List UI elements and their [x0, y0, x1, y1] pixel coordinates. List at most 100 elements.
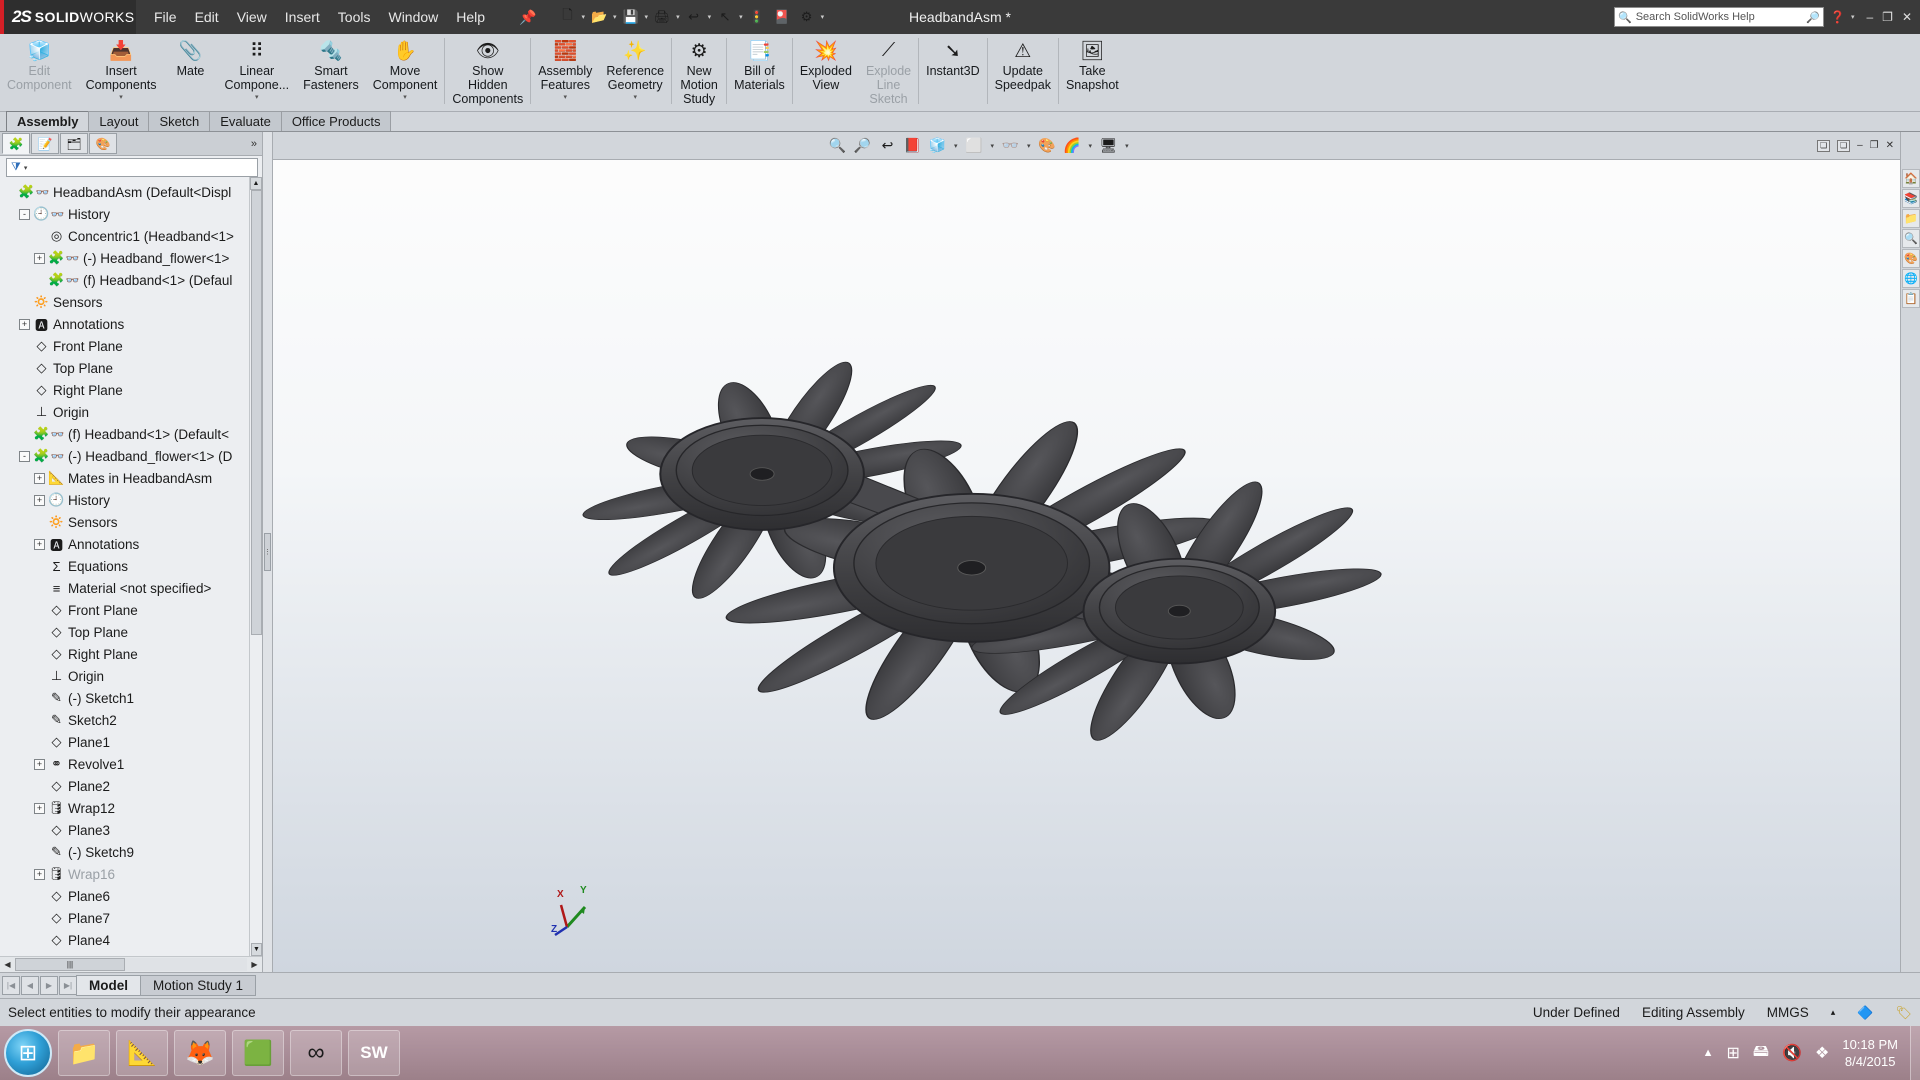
edit-component-button[interactable]: 🧊 Edit Component [0, 34, 79, 112]
status-units[interactable]: MMGS [1767, 1005, 1809, 1020]
take-snapshot-button[interactable]: 🖼 Take Snapshot [1059, 34, 1126, 112]
units-chevron-icon[interactable]: ▴ [1831, 1007, 1836, 1018]
linear-component-pattern-button[interactable]: ⠿ Linear Compone... ▾ [218, 34, 297, 112]
chevron-down-icon[interactable]: ▾ [1089, 142, 1093, 150]
scroll-right-arrow-icon[interactable]: ▶ [247, 960, 262, 969]
clock[interactable]: 10:18 PM 8/4/2015 [1842, 1036, 1898, 1070]
tree-item[interactable]: ◇Front Plane [4, 335, 262, 357]
chevron-down-icon[interactable]: ▾ [633, 93, 637, 101]
tag-icon[interactable]: 🏷 [1895, 1005, 1912, 1021]
menu-view[interactable]: View [237, 9, 267, 25]
appearances-icon[interactable]: 🌐 [1902, 269, 1920, 288]
tree-expand-toggle[interactable]: - [19, 209, 30, 220]
section-view-icon[interactable]: 📕 [902, 135, 923, 156]
tree-item[interactable]: +⚭Revolve1 [4, 753, 262, 775]
show-hidden-components-button[interactable]: 👁 Show Hidden Components [445, 34, 530, 112]
solidworks-resources-icon[interactable]: 🏠 [1902, 169, 1920, 188]
scroll-up-arrow-icon[interactable]: ▲ [250, 177, 262, 190]
tree-item[interactable]: 🔅Sensors [4, 291, 262, 313]
move-component-button[interactable]: ✋ Move Component ▾ [366, 34, 445, 112]
feature-tree[interactable]: ▲ ▼ 🧩👓HeadbandAsm (Default<Displ-🕘👓Histo… [0, 177, 262, 956]
tree-item[interactable]: ◇Plane3 [4, 819, 262, 841]
undo-icon[interactable]: ↩ [683, 7, 705, 27]
tree-item[interactable]: +🅰Annotations [4, 533, 262, 555]
configuration-manager-tab[interactable]: 🗂 [60, 133, 88, 154]
tab-layout[interactable]: Layout [88, 111, 149, 131]
insert-components-button[interactable]: 📥 Insert Components ▾ [79, 34, 164, 112]
graphics-area[interactable]: 🔍 🔎 ↩ 📕 🧊▾ ⬜▾ 👓▾ 🎨 🌈▾ 🖥▾ ❏ ❏ – ❐ ✕ [273, 132, 1900, 972]
panel-splitter[interactable]: ⋮ [263, 132, 273, 972]
tree-item[interactable]: +🛢Wrap12 [4, 797, 262, 819]
open-folder-icon[interactable]: 📂 [588, 7, 610, 27]
tree-item[interactable]: ◇Top Plane [4, 357, 262, 379]
tree-expand-toggle[interactable]: + [34, 539, 45, 550]
chevron-down-icon[interactable]: ▾ [119, 93, 123, 101]
tree-expand-toggle[interactable]: + [34, 759, 45, 770]
restore-button[interactable]: ❐ [1882, 10, 1893, 24]
tab-motion-study-1[interactable]: Motion Study 1 [140, 975, 256, 996]
tree-expand-toggle[interactable]: + [34, 253, 45, 264]
tree-item[interactable]: +🅰Annotations [4, 313, 262, 335]
select-arrow-icon[interactable]: ↖ [714, 7, 736, 27]
menu-insert[interactable]: Insert [285, 9, 320, 25]
volume-muted-icon[interactable]: 🔇 [1782, 1043, 1802, 1063]
tree-item[interactable]: ◎Concentric1 (Headband<1> [4, 225, 262, 247]
scroll-thumb[interactable] [251, 190, 262, 635]
print-icon[interactable]: 🖨 [651, 7, 673, 27]
view-orientation-icon[interactable]: 🧊 [927, 135, 948, 156]
exploded-view-button[interactable]: 💥 Exploded View [793, 34, 859, 112]
first-tab-button[interactable]: |◀ [2, 976, 20, 995]
tree-expand-toggle[interactable]: + [19, 319, 30, 330]
tab-office-products[interactable]: Office Products [281, 111, 392, 131]
tree-item[interactable]: ◇Front Plane [4, 599, 262, 621]
tree-item[interactable]: +🛢Wrap16 [4, 863, 262, 885]
tree-item[interactable]: ◇Plane4 [4, 929, 262, 951]
chevron-down-icon[interactable]: ▾ [1027, 142, 1031, 150]
tree-filter-bar[interactable]: ⧩ ▾ [6, 158, 258, 177]
windows-flag-icon[interactable]: ⊞ [1727, 1043, 1740, 1063]
tree-item[interactable]: ◇Right Plane [4, 643, 262, 665]
tree-horizontal-scrollbar[interactable]: ◀ ||| ▶ [0, 956, 262, 972]
tree-item[interactable]: ◇Plane1 [4, 731, 262, 753]
apply-scene-icon[interactable]: 🎨 [1037, 135, 1058, 156]
prev-tab-button[interactable]: ◀ [21, 976, 39, 995]
model-canvas[interactable]: X Y Z [273, 160, 1900, 972]
view-settings-icon[interactable]: 🌈 [1062, 135, 1083, 156]
tree-item[interactable]: +🕘History [4, 489, 262, 511]
tree-expand-toggle[interactable]: + [34, 473, 45, 484]
tree-expand-toggle[interactable]: - [19, 451, 30, 462]
quick-access-toolbar[interactable]: 🗋▾ 📂▾ 💾▾ 🖨▾ ↩▾ ↖▾ 🚦 🎴 ⚙▾ [557, 7, 825, 27]
tree-item[interactable]: ◇Right Plane [4, 379, 262, 401]
hide-show-items-icon[interactable]: 👓 [1000, 135, 1021, 156]
solidworks-taskbar-icon[interactable]: SW [348, 1030, 400, 1076]
edrawings-taskbar-icon[interactable]: 📐 [116, 1030, 168, 1076]
previous-view-icon[interactable]: ↩ [877, 135, 898, 156]
scroll-down-arrow-icon[interactable]: ▼ [251, 943, 262, 956]
tree-item[interactable]: ✎Sketch2 [4, 709, 262, 731]
mate-button[interactable]: 📎 Mate [164, 34, 218, 112]
splitter-grip[interactable]: ⋮ [264, 533, 271, 571]
design-library-icon[interactable]: 📚 [1902, 189, 1920, 208]
safely-remove-icon[interactable]: 🖴 [1753, 1040, 1769, 1067]
chevron-down-icon[interactable]: ▾ [255, 93, 259, 101]
display-style-icon[interactable]: ⬜ [964, 135, 985, 156]
tree-item[interactable]: +📐Mates in HeadbandAsm [4, 467, 262, 489]
help-question-icon[interactable]: ❓ [1830, 10, 1845, 24]
tree-item[interactable]: 🔅Sensors [4, 511, 262, 533]
tree-item[interactable]: ◇Top Plane [4, 621, 262, 643]
scroll-left-arrow-icon[interactable]: ◀ [0, 960, 15, 969]
search-submit-icon[interactable]: 🔎 [1806, 11, 1820, 24]
pin-icon[interactable]: 📌 [519, 9, 536, 26]
tree-item[interactable]: 🧩👓(f) Headband<1> (Default< [4, 423, 262, 445]
tab-nav-buttons[interactable]: |◀ ◀ ▶ ▶| [0, 976, 77, 995]
firefox-taskbar-icon[interactable]: 🦊 [174, 1030, 226, 1076]
search-input[interactable]: 🔍 Search SolidWorks Help 🔎 [1614, 7, 1824, 27]
tree-expand-toggle[interactable]: + [34, 869, 45, 880]
property-manager-tab[interactable]: 📝 [31, 133, 59, 154]
zoom-to-area-icon[interactable]: 🔎 [852, 135, 873, 156]
display-manager-view-icon[interactable]: 🖥 [1098, 135, 1119, 156]
tree-item[interactable]: ◇Plane2 [4, 775, 262, 797]
hscroll-thumb[interactable]: ||| [15, 958, 125, 971]
menu-tools[interactable]: Tools [338, 9, 371, 25]
save-icon[interactable]: 💾 [620, 7, 642, 27]
